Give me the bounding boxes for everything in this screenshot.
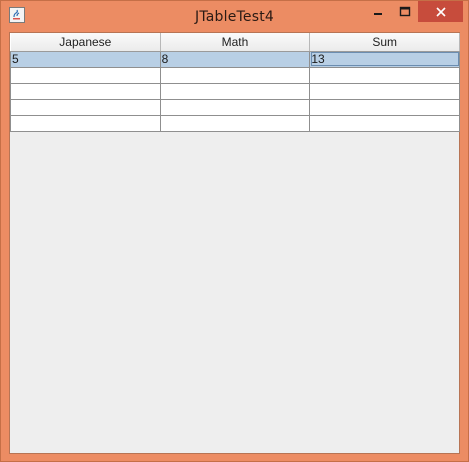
table-row[interactable] (10, 114, 460, 132)
maximize-button[interactable] (391, 1, 418, 22)
table-cell[interactable]: 13 (309, 50, 460, 68)
title-bar[interactable]: JTableTest4 (1, 1, 468, 32)
table-cell[interactable]: 8 (159, 50, 311, 68)
table-scroll-pane[interactable]: Japanese Math Sum 5 8 13 (9, 32, 460, 454)
close-icon (435, 6, 446, 17)
table-row[interactable] (10, 82, 460, 100)
table-cell[interactable] (159, 98, 311, 116)
column-header-sum[interactable]: Sum (309, 33, 460, 52)
table-row[interactable] (10, 98, 460, 116)
minimize-button[interactable] (364, 1, 391, 22)
column-header-math[interactable]: Math (159, 33, 311, 52)
table-cell[interactable] (309, 114, 460, 132)
table-header-row: Japanese Math Sum (10, 33, 460, 52)
table-cell[interactable] (159, 114, 311, 132)
table-cell[interactable] (10, 82, 161, 100)
table-cell[interactable] (309, 66, 460, 84)
table-row[interactable] (10, 66, 460, 84)
table-cell[interactable] (159, 82, 311, 100)
table-cell[interactable] (309, 82, 460, 100)
table-cell[interactable] (309, 98, 460, 116)
table-cell[interactable] (10, 114, 161, 132)
table-cell[interactable]: 5 (10, 50, 161, 68)
table-cell[interactable] (10, 66, 161, 84)
table-cell[interactable] (159, 66, 311, 84)
application-window: JTableTest4 Japanese Math Sum 5 8 13 (0, 0, 469, 462)
table-cell[interactable] (10, 98, 161, 116)
table-row[interactable]: 5 8 13 (10, 50, 460, 68)
minimize-icon (373, 12, 382, 15)
column-header-japanese[interactable]: Japanese (10, 33, 161, 52)
close-button[interactable] (418, 1, 463, 22)
data-table[interactable]: Japanese Math Sum 5 8 13 (10, 33, 460, 132)
maximize-icon (399, 6, 410, 16)
